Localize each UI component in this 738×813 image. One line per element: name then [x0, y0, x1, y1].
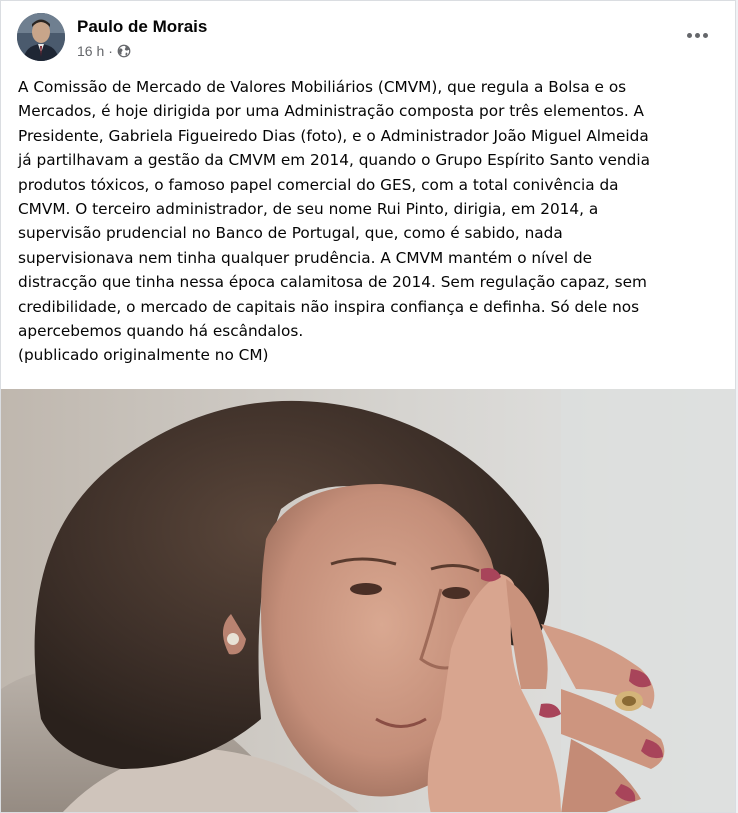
author-name[interactable]: Paulo de Morais — [77, 17, 207, 37]
facebook-post: Paulo de Morais 16 h · A Comissão de Mer… — [0, 0, 736, 813]
post-photo[interactable] — [1, 389, 735, 812]
photo-image — [1, 389, 735, 812]
post-body-text: A Comissão de Mercado de Valores Mobiliá… — [18, 78, 650, 365]
author-avatar[interactable] — [17, 13, 65, 61]
post-meta: 16 h · — [77, 42, 131, 60]
globe-icon[interactable] — [117, 44, 131, 58]
post-header: Paulo de Morais 16 h · — [17, 13, 719, 63]
post-timestamp[interactable]: 16 h — [77, 43, 104, 59]
meta-separator: · — [108, 43, 113, 59]
more-options-icon[interactable] — [679, 23, 715, 47]
avatar-image — [17, 13, 65, 61]
